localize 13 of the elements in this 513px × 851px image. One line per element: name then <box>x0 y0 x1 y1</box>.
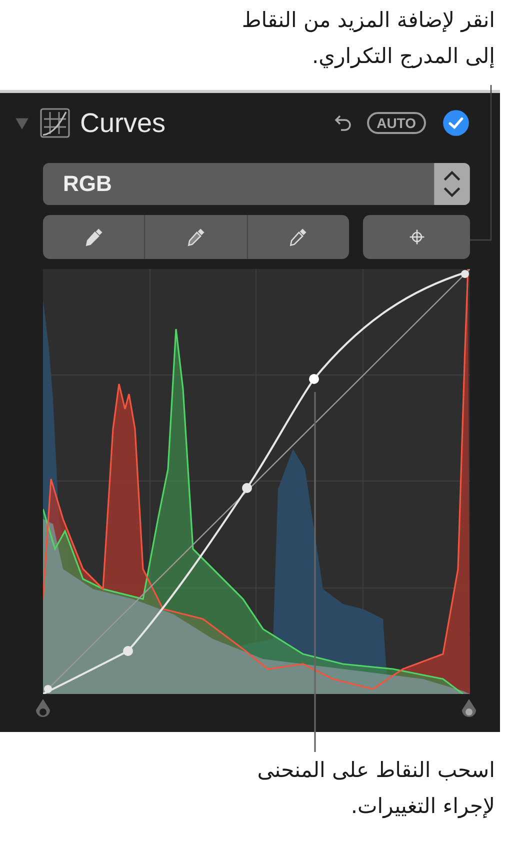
callout-text: اسحب النقاط على المنحنى لإجراء التغييرات. <box>256 757 496 820</box>
checkmark-icon[interactable] <box>442 109 470 137</box>
point-handle-icon[interactable] <box>34 698 52 720</box>
channel-dropdown[interactable]: RGB <box>43 163 470 205</box>
undo-icon[interactable] <box>332 113 353 133</box>
curves-icon <box>40 108 70 138</box>
stepper-icon <box>434 163 470 205</box>
panel-title: Curves <box>80 108 166 138</box>
point-handle-icon[interactable] <box>460 698 478 720</box>
callout-text: انقر لإضافة المزيد من النقاط إلى المدرج التكراري. <box>240 7 496 70</box>
disclosure-triangle-icon[interactable] <box>14 115 30 131</box>
crosshair-icon <box>408 228 426 246</box>
auto-button[interactable]: AUTO <box>366 112 426 134</box>
